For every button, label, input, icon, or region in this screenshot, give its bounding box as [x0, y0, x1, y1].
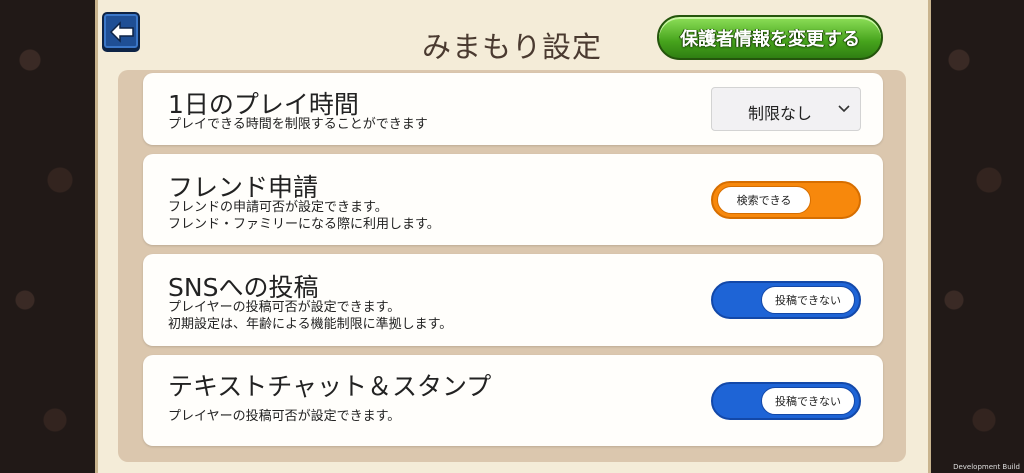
chevron-down-icon	[838, 105, 850, 113]
background-left	[0, 0, 95, 473]
toggle-knob: 検索できる	[717, 186, 811, 214]
sns-post-toggle[interactable]: 投稿できない	[711, 281, 861, 319]
select-value: 制限なし	[748, 104, 813, 123]
text-chat-toggle[interactable]: 投稿できない	[711, 382, 861, 420]
change-guardian-info-button[interactable]: 保護者情報を変更する	[657, 15, 883, 60]
play-time-select[interactable]: 制限なし	[711, 87, 861, 131]
background-right	[929, 0, 1024, 473]
setting-description-2: フレンド・ファミリーになる際に利用します。	[168, 217, 440, 232]
setting-description: プレイヤーの投稿可否が設定できます。	[168, 409, 401, 424]
setting-row-play-time: 1日のプレイ時間 プレイできる時間を制限することができます 制限なし	[143, 73, 883, 145]
setting-row-sns-post: SNSへの投稿 プレイヤーの投稿可否が設定できます。 初期設定は、年齢による機能…	[143, 254, 883, 346]
setting-row-friend-request: フレンド申請 フレンドの申請可否が設定できます。 フレンド・ファミリーになる際に…	[143, 154, 883, 245]
setting-title: テキストチャット＆スタンプ	[168, 372, 492, 401]
friend-request-toggle[interactable]: 検索できる	[711, 181, 861, 219]
setting-description: プレイヤーの投稿可否が設定できます。	[168, 300, 401, 315]
setting-description-2: 初期設定は、年齢による機能制限に準拠します。	[168, 317, 453, 332]
toggle-knob: 投稿できない	[761, 387, 855, 415]
setting-description: プレイできる時間を制限することができます	[168, 117, 428, 132]
setting-description: フレンドの申請可否が設定できます。	[168, 200, 388, 215]
development-build-label: Development Build	[953, 463, 1020, 471]
setting-row-text-chat: テキストチャット＆スタンプ プレイヤーの投稿可否が設定できます。 投稿できない	[143, 355, 883, 446]
toggle-knob: 投稿できない	[761, 286, 855, 314]
